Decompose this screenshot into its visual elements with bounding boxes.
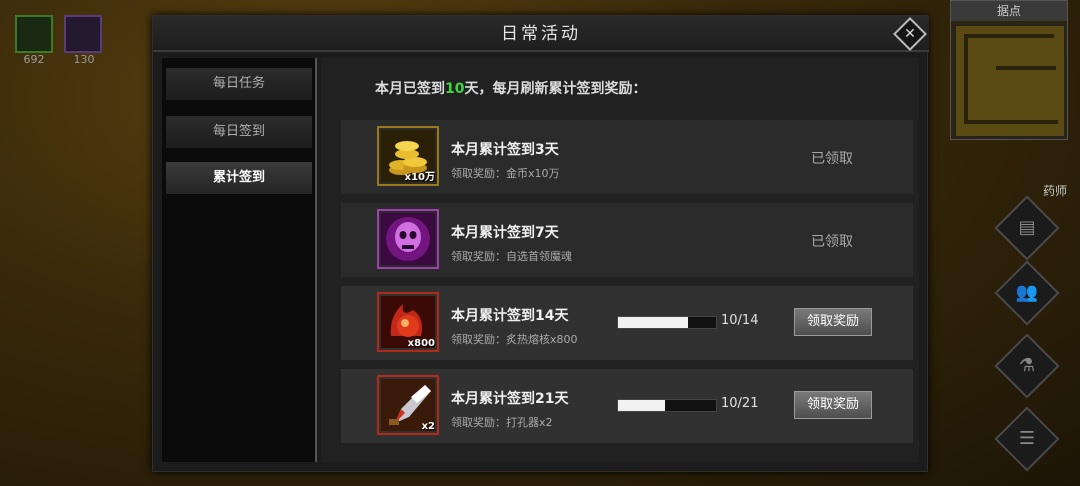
signin-summary: 本月已签到10天，每月刷新累计签到奖励：	[375, 78, 646, 98]
progress-fill	[618, 317, 688, 328]
daily-activity-dialog: 日常活动 ✕ 每日任务 每日签到 累计签到 本月已签到10天，每月刷新累计签到奖…	[152, 15, 929, 472]
minimap[interactable]: 据点	[950, 0, 1068, 140]
signin-progress-bar	[617, 316, 717, 329]
boss-soul-icon	[381, 213, 435, 265]
signin-days-count: 10	[445, 81, 465, 97]
inventory-slot-purple[interactable]	[64, 15, 102, 53]
progress-fill	[618, 400, 665, 411]
progress-text: 10/21	[721, 396, 759, 411]
dialog-title: 日常活动	[501, 24, 581, 44]
claimed-status: 已领取	[811, 234, 853, 250]
reward-title: 本月累计签到3天	[451, 142, 559, 158]
tab-daily-signin[interactable]: 每日签到	[166, 116, 312, 148]
reward-quantity: x10万	[404, 172, 435, 183]
tab-sidebar: 每日任务 每日签到 累计签到	[162, 58, 317, 462]
tab-cumulative-signin[interactable]: 累计签到	[166, 162, 312, 194]
reward-row: x2 本月累计签到21天 领取奖励：打孔器x2 10/21 领取奖励	[341, 369, 913, 443]
slot-count: 692	[23, 53, 45, 66]
people-icon: 👥	[1015, 282, 1039, 303]
inventory-slot-green[interactable]	[15, 15, 53, 53]
list-icon: ☰	[1018, 428, 1036, 449]
reward-icon-frame: x800	[377, 292, 439, 352]
reward-row: x800 本月累计签到14天 领取奖励：炙热熔核x800 10/14 领取奖励	[341, 286, 913, 360]
reward-row: 本月累计签到7天 领取奖励：自选首领魔魂 已领取	[341, 203, 913, 277]
close-icon: ✕	[904, 26, 916, 42]
reward-quantity: x800	[407, 338, 435, 349]
reward-title: 本月累计签到14天	[451, 308, 569, 324]
potion-icon: ⚗	[1018, 355, 1036, 376]
progress-text: 10/14	[721, 313, 759, 328]
claim-reward-button[interactable]: 领取奖励	[794, 391, 872, 419]
minimap-title: 据点	[951, 1, 1067, 21]
potion-side-button[interactable]: ⚗	[994, 333, 1060, 399]
reward-title: 本月累计签到21天	[451, 391, 569, 407]
reward-icon-frame: x10万	[377, 126, 439, 186]
summary-suffix: 天，每月刷新累计签到奖励：	[464, 81, 647, 97]
reward-title: 本月累计签到7天	[451, 225, 559, 241]
signin-progress-bar	[617, 399, 717, 412]
summary-prefix: 本月已签到	[375, 81, 445, 97]
claim-reward-button[interactable]: 领取奖励	[794, 308, 872, 336]
minimap-view	[955, 25, 1065, 137]
cumulative-signin-panel: 本月已签到10天，每月刷新累计签到奖励： x10万 本月累计签到3天 领取奖励：…	[321, 58, 919, 462]
slot-count: 130	[73, 53, 95, 66]
tab-daily-tasks[interactable]: 每日任务	[166, 68, 312, 100]
reward-description: 领取奖励：炙热熔核x800	[451, 333, 578, 346]
reward-description: 领取奖励：打孔器x2	[451, 416, 553, 429]
reward-icon-frame	[377, 209, 439, 269]
reward-quantity: x2	[421, 421, 435, 432]
scroll-icon: ▤	[1018, 217, 1036, 238]
claimed-status: 已领取	[811, 151, 853, 167]
dialog-header: 日常活动 ✕	[153, 16, 929, 52]
reward-description: 领取奖励：金币x10万	[451, 167, 560, 180]
quest-side-button[interactable]: ▤	[994, 195, 1060, 261]
reward-icon-frame: x2	[377, 375, 439, 435]
menu-side-button[interactable]: ☰	[994, 406, 1060, 472]
reward-row: x10万 本月累计签到3天 领取奖励：金币x10万 已领取	[341, 120, 913, 194]
npc-label: 药师	[1043, 184, 1068, 198]
reward-description: 领取奖励：自选首领魔魂	[451, 250, 572, 263]
party-side-button[interactable]: 👥	[994, 260, 1060, 326]
